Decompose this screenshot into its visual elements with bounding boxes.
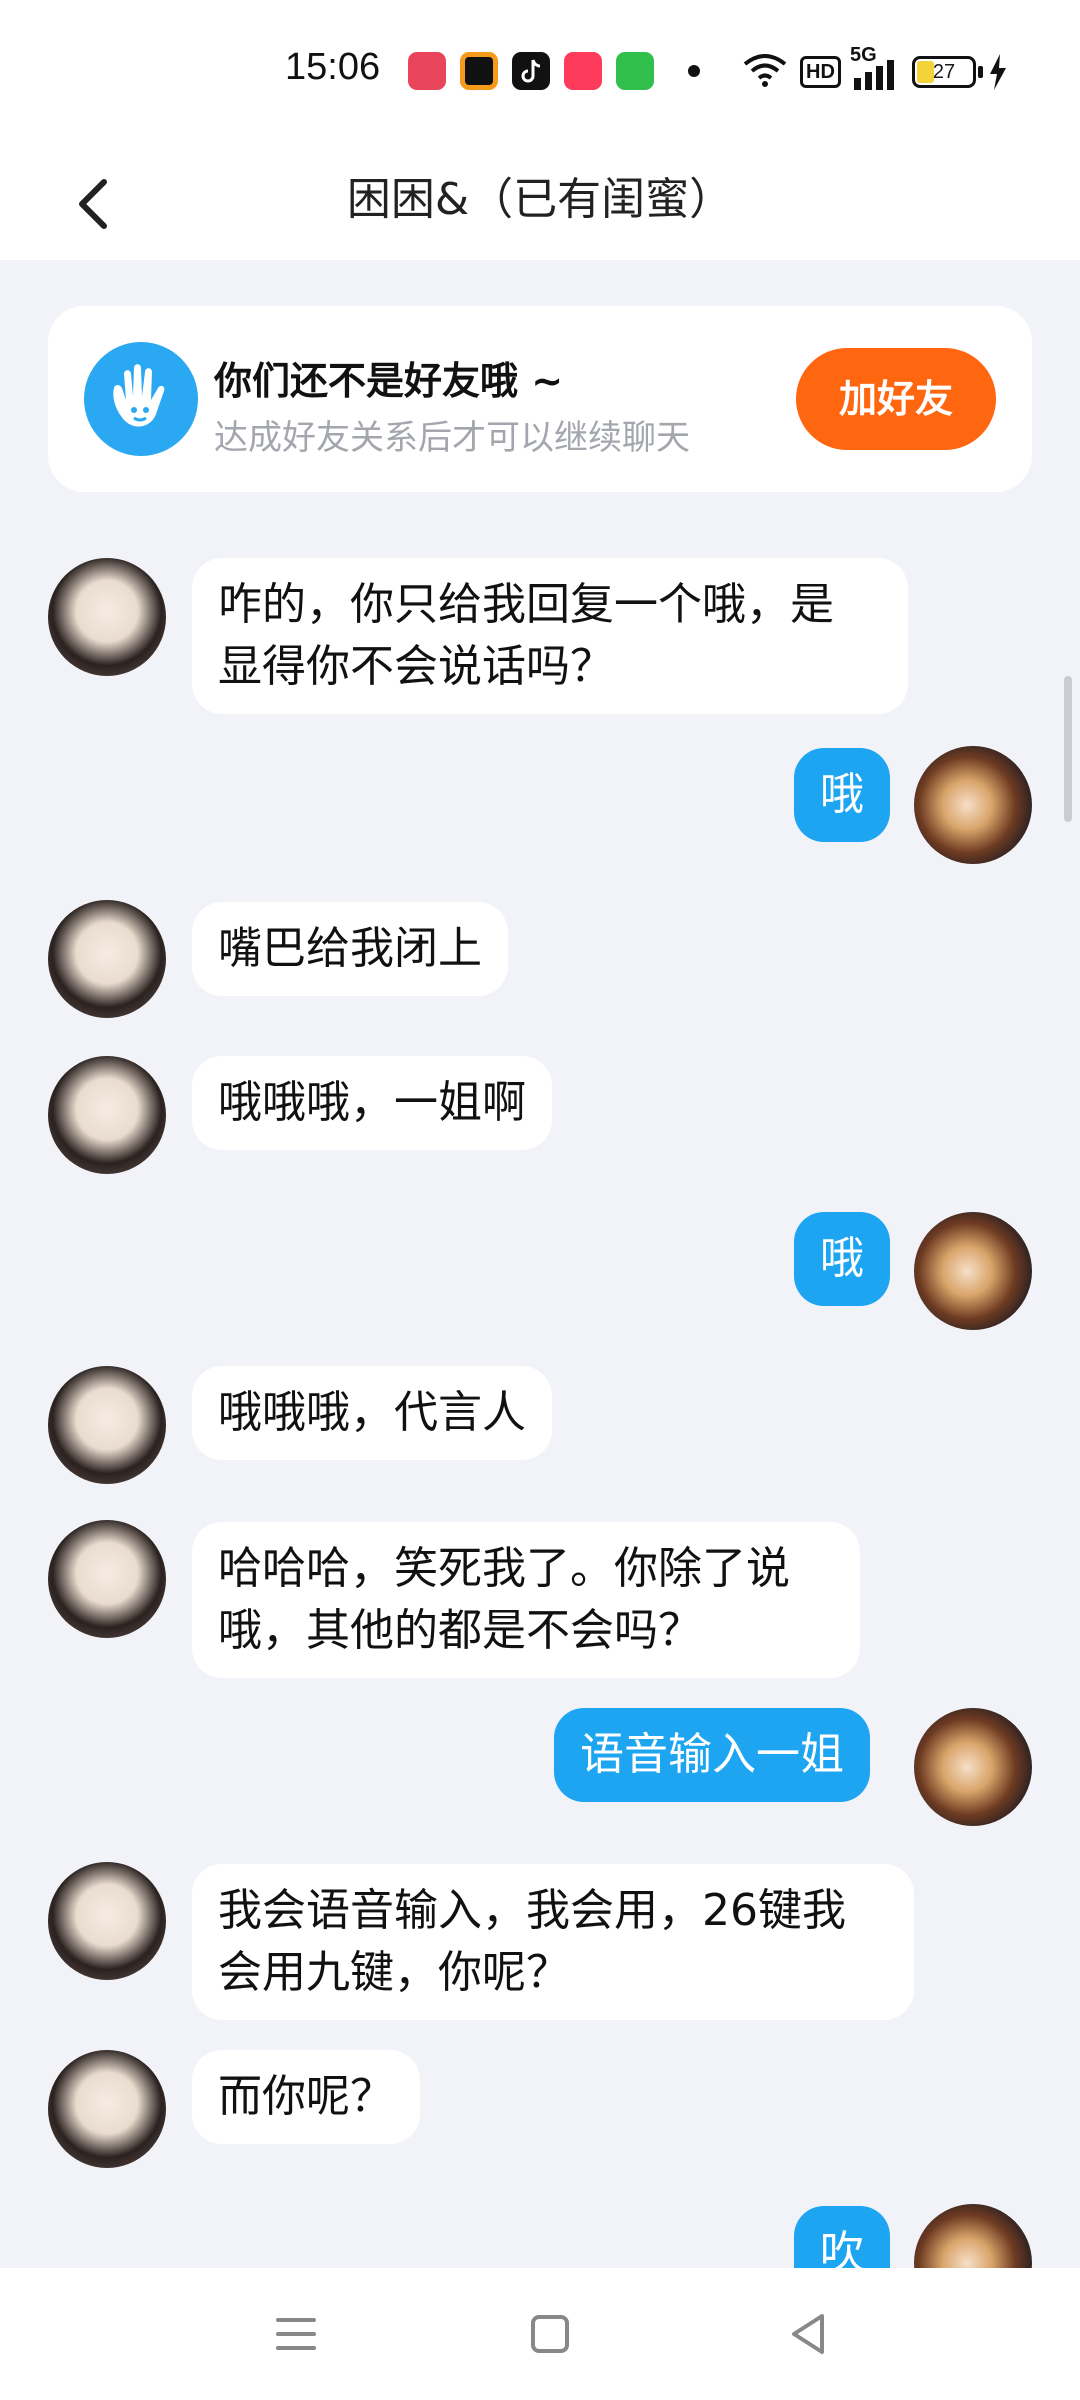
contact-avatar[interactable] bbox=[48, 558, 166, 676]
notification-dot bbox=[688, 65, 700, 77]
message-bubble[interactable]: 语音输入一姐 bbox=[554, 1708, 870, 1802]
tiktok-icon bbox=[512, 52, 550, 90]
message-bubble[interactable]: 哦 bbox=[794, 748, 890, 842]
contact-avatar[interactable] bbox=[48, 1520, 166, 1638]
my-avatar[interactable] bbox=[914, 746, 1032, 864]
app-icon-orange bbox=[460, 52, 498, 90]
chat-header: 困困&（已有闺蜜） bbox=[0, 140, 1080, 260]
message-bubble[interactable]: 咋的，你只给我回复一个哦，是 显得你不会说话吗？ bbox=[192, 558, 908, 714]
scrollbar[interactable] bbox=[1064, 676, 1072, 822]
menu-icon[interactable] bbox=[266, 2304, 326, 2364]
message-bubble[interactable]: 哦哦哦，代言人 bbox=[192, 1366, 552, 1460]
card-subtitle: 达成好友关系后才可以继续聊天 bbox=[214, 418, 690, 458]
contact-avatar[interactable] bbox=[48, 1056, 166, 1174]
charging-icon bbox=[990, 54, 1006, 90]
system-nav-bar bbox=[0, 2268, 1080, 2400]
status-bar: 15:06 HD 5G 27 bbox=[0, 0, 1080, 140]
home-square-icon[interactable] bbox=[520, 2304, 580, 2364]
battery-level: 27 bbox=[932, 61, 956, 83]
battery-indicator: 27 bbox=[912, 56, 976, 88]
hand-wave-icon bbox=[84, 342, 198, 456]
hd-badge: HD bbox=[800, 56, 841, 88]
triangle-back-icon[interactable] bbox=[778, 2304, 838, 2364]
message-app-icon bbox=[616, 52, 654, 90]
signal-icon bbox=[854, 60, 894, 90]
contact-avatar[interactable] bbox=[48, 1862, 166, 1980]
contact-avatar[interactable] bbox=[48, 1366, 166, 1484]
my-avatar[interactable] bbox=[914, 1212, 1032, 1330]
screen-record-icon bbox=[408, 52, 446, 90]
contact-avatar[interactable] bbox=[48, 2050, 166, 2168]
not-friend-card: 你们还不是好友哦 ~ 达成好友关系后才可以继续聊天 加好友 bbox=[48, 306, 1032, 492]
chat-title: 困困&（已有闺蜜） bbox=[346, 174, 734, 225]
card-title: 你们还不是好友哦 ~ bbox=[214, 359, 564, 403]
add-friend-button[interactable]: 加好友 bbox=[796, 348, 996, 450]
message-bubble[interactable]: 而你呢？ bbox=[192, 2050, 420, 2144]
wifi-icon bbox=[743, 54, 787, 87]
my-avatar[interactable] bbox=[914, 1708, 1032, 1826]
message-bubble[interactable]: 哦 bbox=[794, 1212, 890, 1306]
contact-avatar[interactable] bbox=[48, 900, 166, 1018]
message-bubble[interactable]: 嘴巴给我闭上 bbox=[192, 902, 508, 996]
message-bubble[interactable]: 我会语音输入，我会用，26键我 会用九键，你呢？ bbox=[192, 1864, 914, 2020]
status-time: 15:06 bbox=[285, 46, 381, 88]
message-bubble[interactable]: 哈哈哈，笑死我了。你除了说 哦，其他的都是不会吗？ bbox=[192, 1522, 860, 1678]
message-bubble[interactable]: 哦哦哦，一姐啊 bbox=[192, 1056, 552, 1150]
kuaishou-icon bbox=[564, 52, 602, 90]
